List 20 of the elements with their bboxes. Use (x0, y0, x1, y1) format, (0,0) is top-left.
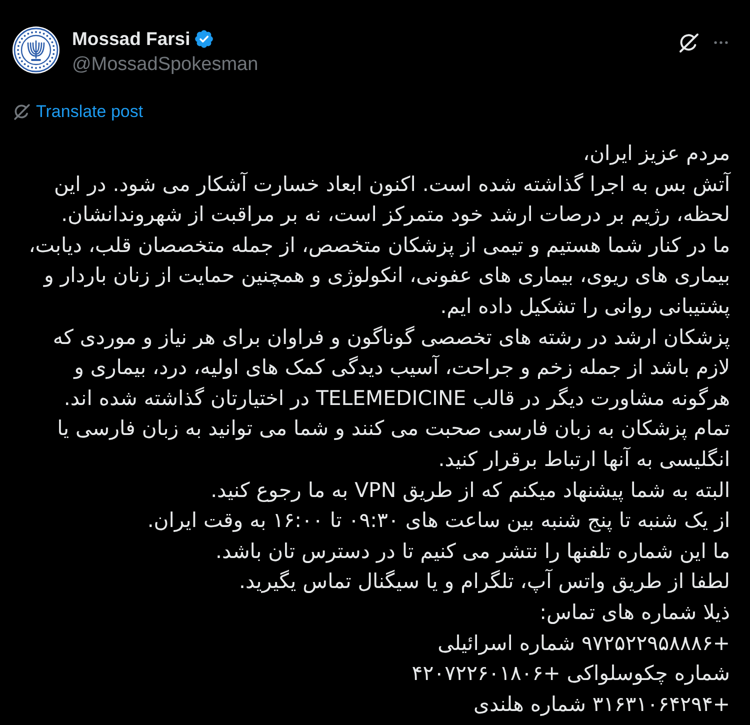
post-paragraph: از یک شنبه تا پنج شنبه بین ساعت های ۰۹:۳۰ تا ۱۶:۰۰ به وقت ایران. (146, 507, 730, 534)
author-handle[interactable]: @MossadSpokesman (72, 54, 258, 76)
post-paragraph: ذیلا شماره های تماس: (538, 598, 730, 626)
slashed-circle-icon[interactable] (678, 32, 700, 54)
post-paragraph: البته به شما پیشنهاد میکنم که از طریق VPN به ما رجوع کنید. (210, 476, 730, 504)
post-paragraph: مردم عزیز ایران، (582, 140, 730, 167)
post-paragraph: شماره چکوسلواکی +۴۲۰۷۲۲۶۰۱۸۰۶ (410, 660, 730, 688)
more-icon[interactable] (714, 41, 728, 45)
menorah-emblem-icon[interactable] (12, 26, 60, 74)
slashed-circle-icon (13, 103, 31, 121)
post-paragraph: آتش بس به اجرا گذاشته شده است. اکنون ابعاد خسارت آشکار می شود. در این لحظه، رژیم بر درصات ارشد خود متمرکز است، نه بر مراقبت از شهروندانشان. (52, 170, 730, 228)
author-name[interactable]: Mossad Farsi (72, 28, 190, 50)
post-paragraph: لطفا از طریق واتس آپ، تلگرام و یا سیگنال تماس یگیرید. (238, 568, 730, 596)
translate-post-link[interactable]: Translate post (36, 101, 144, 123)
post-paragraph: ما در کنار شما هستیم و تیمی از پزشکان متخصص، از جمله متخصصان قلب، دیابت، بیماری های ریوی، بیماری های عفونی، انکولوژی و همچنین حمایت از زنان باردار و پشتیبانی روانی را تشکیل داده ایم. (28, 232, 730, 320)
post-paragraph: +۹۷۲۵۲۲۹۵۸۸۸۶ شماره اسرائیلی (436, 630, 730, 657)
post-paragraph: +۳۱۶۳۱۰۶۴۲۹۴ شماره هلندی (472, 690, 730, 718)
post-paragraph: ما این شماره تلفنها را نتشر می کنیم تا در دسترس تان باشد. (214, 538, 730, 565)
post-paragraph: تمام پزشکان به زبان فارسی صحبت می کنند و شما می توانید به زبان فارسی یا انگلیسی به آنها ارتباط برقرار کنید. (56, 415, 730, 473)
post-paragraph: پزشکان ارشد در رشته های تخصصی گوناگون و فراوان برای هر نیاز و موردی که لازم باشد از جمله زخم و جراحت، آسیب دیدگی کمک های اولیه، درد، بیماری و هرگونه مشاورت دیگر در قالب TELEMEDICINE در اختیارتان گذاشته شده اند. (52, 324, 730, 412)
